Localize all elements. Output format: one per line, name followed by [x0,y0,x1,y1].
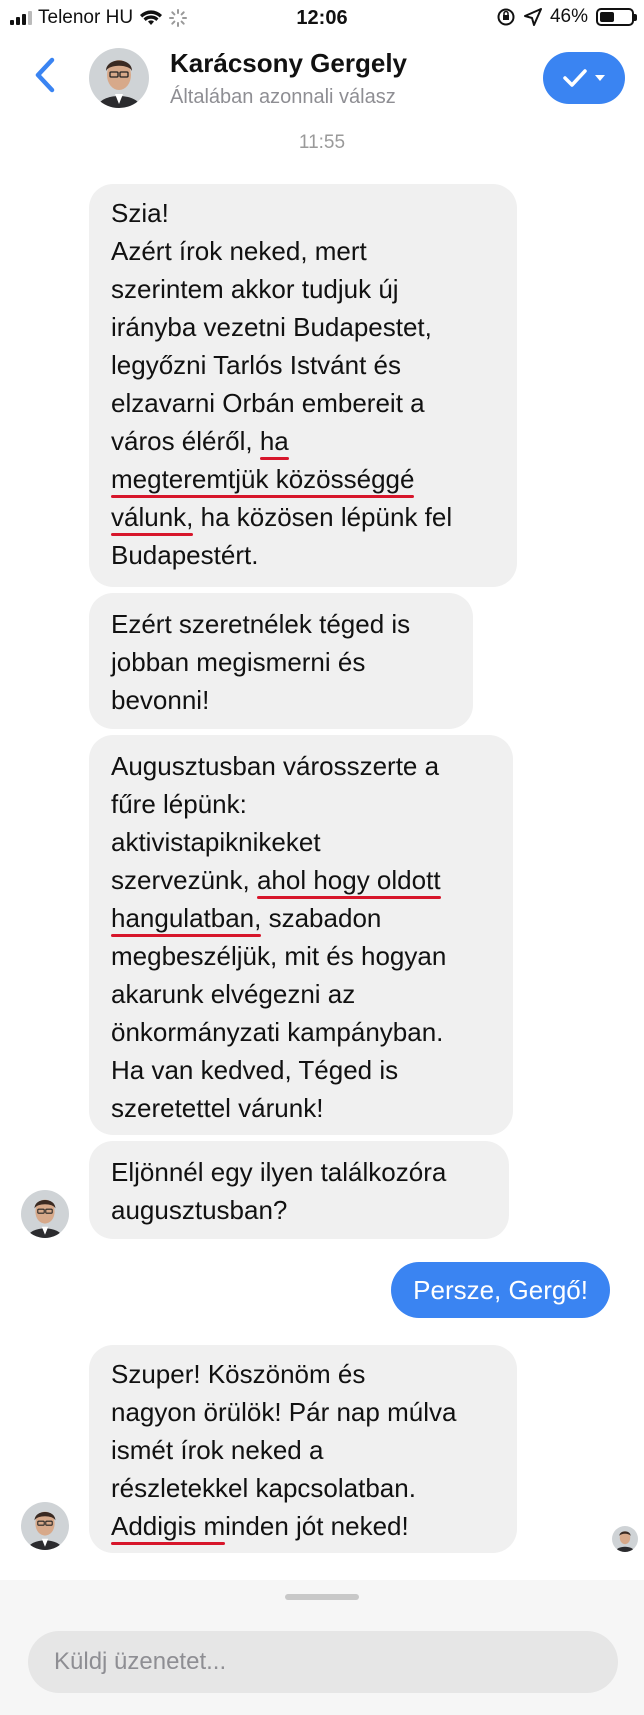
status-bar: Telenor HU 12:06 46% [0,0,644,36]
message-text: augusztusban? [111,1195,288,1225]
message-text-part: ha közösen lépünk fel [193,502,453,532]
contact-avatar[interactable] [89,48,149,108]
message-text: fűre lépünk: [111,789,247,819]
back-chevron-icon[interactable] [28,50,68,100]
message-text: részletekkel kapcsolatban. [111,1473,416,1503]
received-message-bubble[interactable]: Eljönnél egy ilyen találkozóra augusztus… [89,1141,509,1239]
message-text: akarunk elvégezni az [111,979,356,1009]
sent-message-bubble[interactable]: Persze, Gergő! [391,1262,610,1318]
chat-header: Karácsony Gergely Általában azonnali vál… [0,36,644,120]
message-text: aktivistapiknikeket [111,827,321,857]
message-text: elzavarni Orbán embereit a [111,388,425,418]
received-message-bubble[interactable]: Szia! Azért írok neked, mert szerintem a… [89,184,517,587]
message-text: megteremtjük közösséggé [111,460,495,498]
check-icon [563,69,587,87]
message-text: nagyon örülök! Pár nap múlva [111,1397,457,1427]
message-text: Azért írok neked, mert [111,236,367,266]
message-text: Ezért szeretnélek téged is [111,609,411,639]
battery-icon [596,8,637,26]
underlined-text: ha [259,426,289,456]
message-text: Budapestért. [111,540,259,570]
message-text: Addigis minden jót neked! [111,1507,495,1545]
caret-down-icon [595,75,605,81]
underlined-text: ahol hogy oldott [256,865,441,895]
seen-indicator-avatar [612,1526,638,1552]
received-message-bubble[interactable]: Szuper! Köszönöm és nagyon örülök! Pár n… [89,1345,517,1553]
received-message-bubble[interactable]: Ezért szeretnélek téged is jobban megism… [89,593,473,729]
message-text: jobban megismerni és [111,647,366,677]
message-text: szervezünk, ahol hogy oldott [111,861,491,899]
message-text: irányba vezetni Budapestet, [111,312,432,342]
message-text-part: város éléről, [111,426,260,456]
underlined-text: válunk, [111,502,194,532]
underlined-text: hangulatban, [111,903,262,933]
battery-fill [600,12,614,22]
message-text: szerintem akkor tudjuk új [111,274,399,304]
message-text: város éléről, ha [111,422,495,460]
message-text: önkormányzati kampányban. [111,1017,444,1047]
sender-avatar[interactable] [21,1190,69,1238]
battery-percent: 46% [549,6,588,27]
location-arrow-icon [523,8,542,26]
message-text: ismét írok neked a [111,1435,324,1465]
composer-area: Küldj üzenetet... [0,1580,644,1715]
message-text: Eljönnél egy ilyen találkozóra [111,1157,447,1187]
message-text: megbeszéljük, mit és hogyan [111,941,447,971]
message-text-part: inden jót neked! [225,1511,409,1541]
sender-avatar[interactable] [21,1502,69,1550]
contact-status: Általában azonnali válasz [170,86,396,108]
received-message-bubble[interactable]: Augusztusban városszerte a fűre lépünk: … [89,735,513,1135]
message-input[interactable]: Küldj üzenetet... [28,1631,618,1693]
message-text: legyőzni Tarlós Istvánt és [111,350,401,380]
drag-handle[interactable] [285,1594,359,1600]
message-text: válunk, ha közösen lépünk fel [111,498,495,536]
message-text: hangulatban, szabadon [111,899,491,937]
message-text: Augusztusban városszerte a [111,751,440,781]
message-text: bevonni! [111,685,210,715]
message-text-part: szabadon [261,903,382,933]
contact-name: Karácsony Gergely [170,48,408,78]
message-text: szeretettel várunk! [111,1093,324,1123]
message-timestamp: 11:55 [298,132,346,153]
subscribed-button[interactable] [543,52,625,104]
message-text: Szia! [111,198,169,228]
message-text: Szuper! Köszönöm és [111,1359,366,1389]
underlined-text: megteremtjük közösséggé [111,464,415,494]
rotation-lock-icon [497,8,515,26]
underlined-text: Addigis m [111,1511,226,1541]
message-text: Ha van kedved, Téged is [111,1055,399,1085]
message-text-part: szervezünk, [111,865,257,895]
